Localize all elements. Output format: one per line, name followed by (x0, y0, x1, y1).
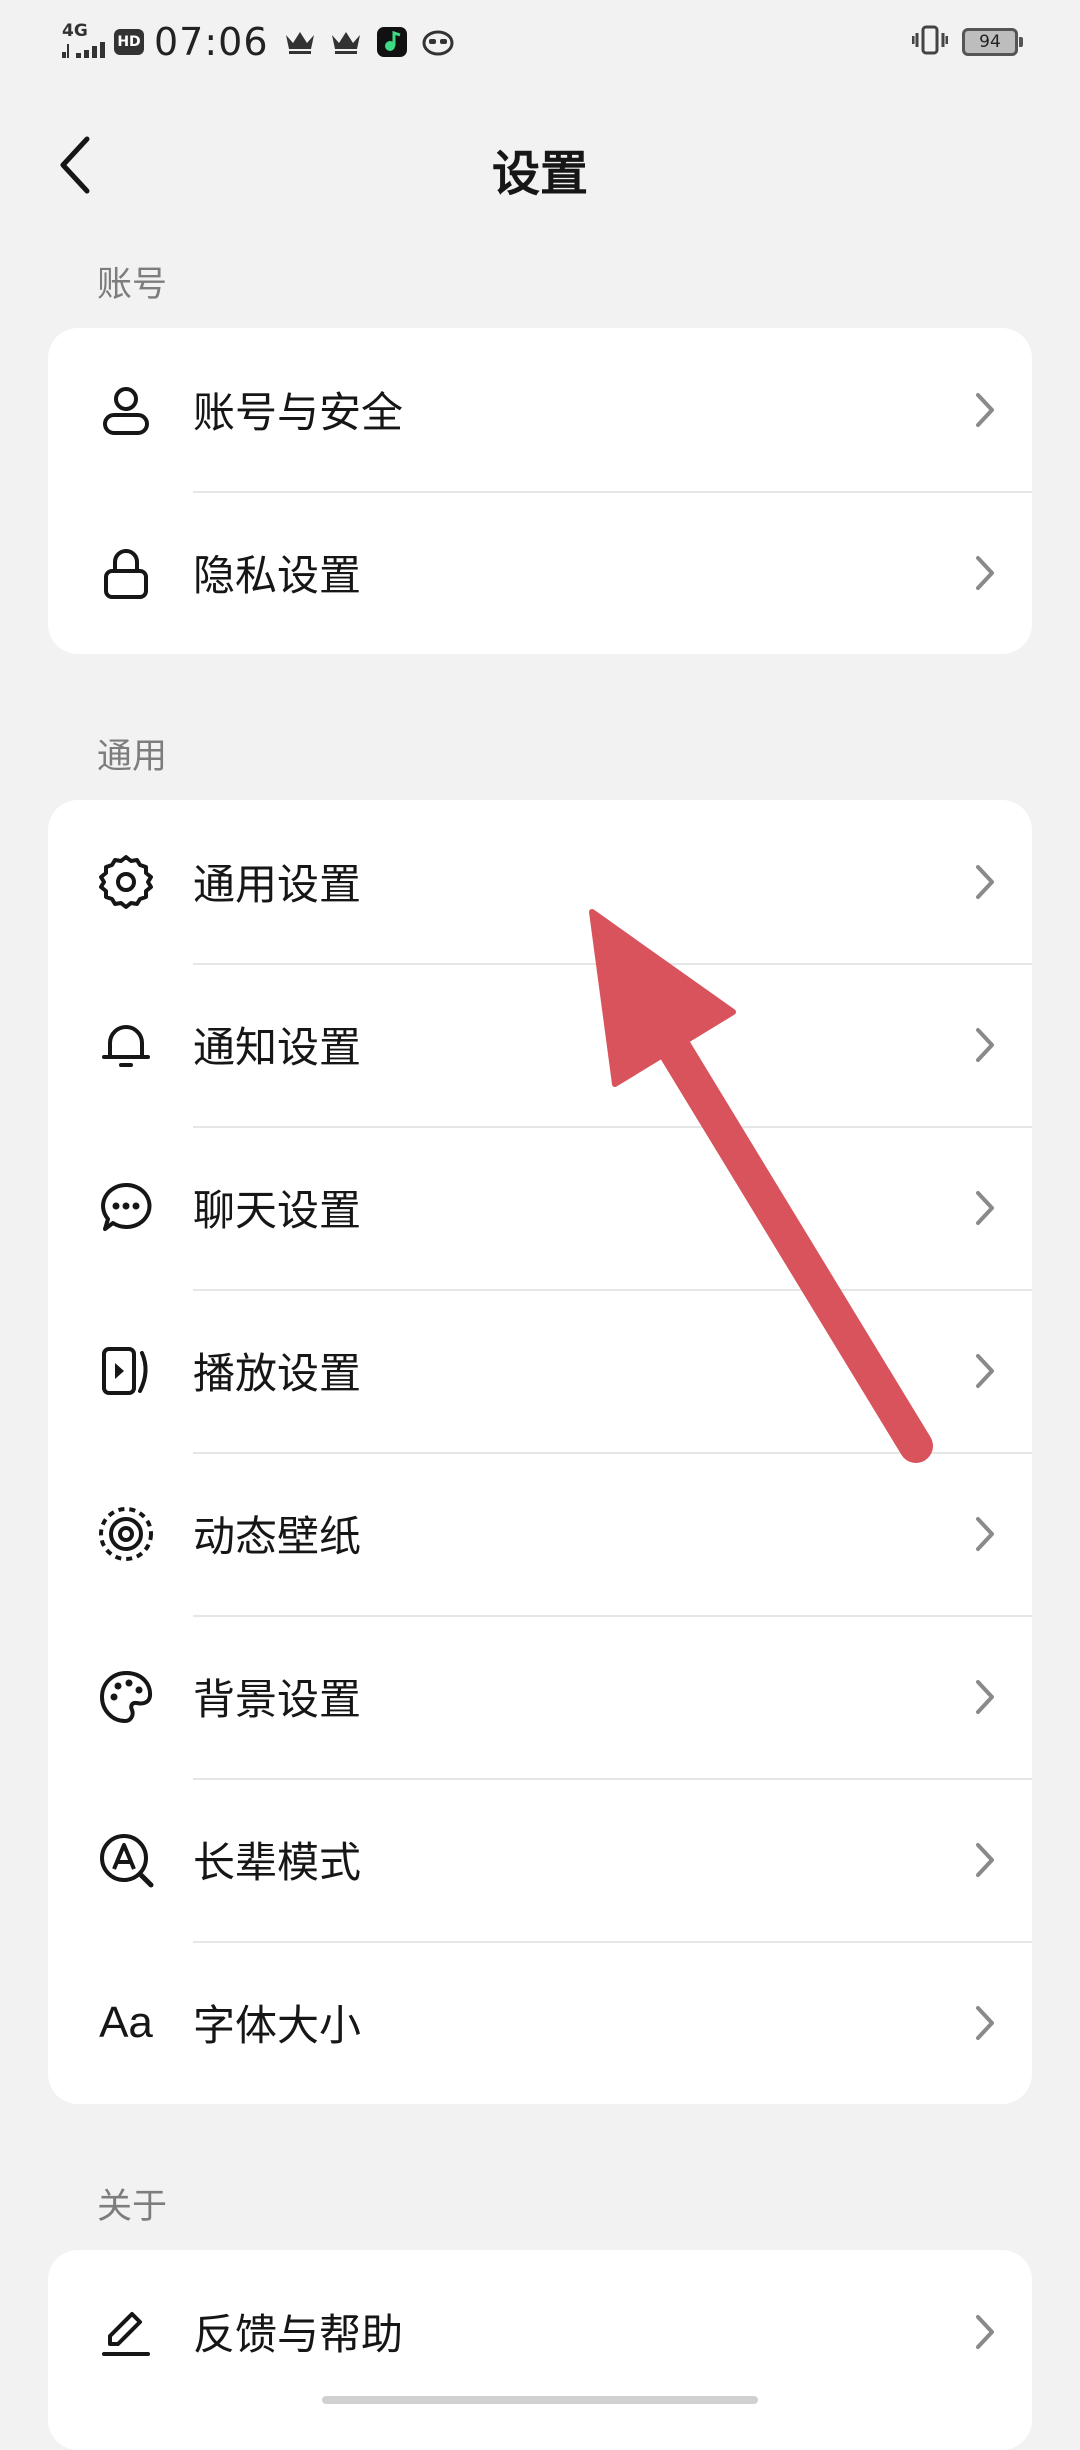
settings-row-general[interactable]: 通用设置 (48, 800, 1032, 963)
row-label: 隐私设置 (193, 551, 362, 600)
row-label: 反馈与帮助 (193, 2310, 404, 2359)
chevron-right-icon (968, 1023, 1002, 1067)
row-label: 长辈模式 (193, 1838, 362, 1887)
chevron-right-icon (968, 1512, 1002, 1556)
settings-row-feedback[interactable]: 反馈与帮助 (48, 2250, 1032, 2413)
hd-badge: HD (114, 29, 144, 55)
palette-icon (96, 1667, 156, 1727)
chevron-right-icon (968, 2310, 1002, 2354)
user-icon (96, 380, 156, 440)
row-label: 通用设置 (193, 860, 362, 909)
chevron-right-icon (968, 1675, 1002, 1719)
settings-row-wallpaper[interactable]: 动态壁纸 (48, 1452, 1032, 1615)
chat-bubble-icon (96, 1178, 156, 1238)
page-title: 设置 (491, 146, 588, 202)
elder-mode-icon (96, 1830, 156, 1890)
section-label-general: 通用 (97, 737, 168, 777)
crown-icon (283, 25, 317, 59)
play-icon (96, 1341, 156, 1401)
row-label: 字体大小 (193, 2001, 362, 2050)
settings-row-playback[interactable]: 播放设置 (48, 1289, 1032, 1452)
chevron-right-icon (968, 860, 1002, 904)
signal-icon (62, 42, 105, 58)
nav-header: 设置 (0, 110, 1080, 220)
status-time: 07:06 (154, 20, 269, 64)
row-label: 播放设置 (193, 1349, 362, 1398)
account-card: 账号与安全 隐私设置 (48, 328, 1032, 654)
battery-indicator: 94 (962, 28, 1023, 56)
row-label: 账号与安全 (193, 388, 404, 437)
settings-row-account-security[interactable]: 账号与安全 (48, 328, 1032, 491)
settings-row-background[interactable]: 背景设置 (48, 1615, 1032, 1778)
network-indicator: 4G (62, 22, 106, 62)
about-card: 反馈与帮助 (48, 2250, 1032, 2450)
chevron-right-icon (968, 1186, 1002, 1230)
status-bar-left: 4G HD 07:06 (62, 18, 467, 66)
settings-row-font-size[interactable]: Aa 字体大小 (48, 1941, 1032, 2104)
font-size-glyph: Aa (99, 1997, 153, 2047)
section-label-about: 关于 (97, 2187, 168, 2227)
music-app-icon (375, 25, 409, 59)
chevron-right-icon (968, 1838, 1002, 1882)
font-size-icon: Aa (96, 1993, 156, 2053)
settings-row-notification[interactable]: 通知设置 (48, 963, 1032, 1126)
gear-icon (96, 852, 156, 912)
row-label: 动态壁纸 (193, 1512, 362, 1561)
settings-row-privacy[interactable]: 隐私设置 (48, 491, 1032, 654)
chevron-right-icon (968, 2001, 1002, 2045)
bell-icon (96, 1015, 156, 1075)
general-card: 通用设置 通知设置 聊天设置 播放设置 动态壁纸 背景设置 长辈模式 Aa 字体… (48, 800, 1032, 2104)
vibrate-icon (911, 25, 949, 59)
lock-icon (96, 543, 156, 603)
settings-row-elder-mode[interactable]: 长辈模式 (48, 1778, 1032, 1941)
pencil-icon (96, 2302, 156, 2362)
row-label: 背景设置 (193, 1675, 362, 1724)
network-type: 4G (62, 21, 88, 41)
chevron-right-icon (968, 1349, 1002, 1393)
settings-row-chat[interactable]: 聊天设置 (48, 1126, 1032, 1289)
crown-icon (329, 25, 363, 59)
row-label: 通知设置 (193, 1023, 362, 1072)
status-bar-right: 94 (911, 24, 1023, 60)
status-bar: 4G HD 07:06 94 (0, 0, 1080, 84)
chevron-right-icon (968, 551, 1002, 595)
wallpaper-icon (96, 1504, 156, 1564)
row-label: 聊天设置 (193, 1186, 362, 1235)
home-indicator[interactable] (322, 2396, 758, 2404)
mascot-icon (421, 25, 455, 59)
section-label-account: 账号 (97, 265, 168, 305)
chevron-right-icon (968, 388, 1002, 432)
